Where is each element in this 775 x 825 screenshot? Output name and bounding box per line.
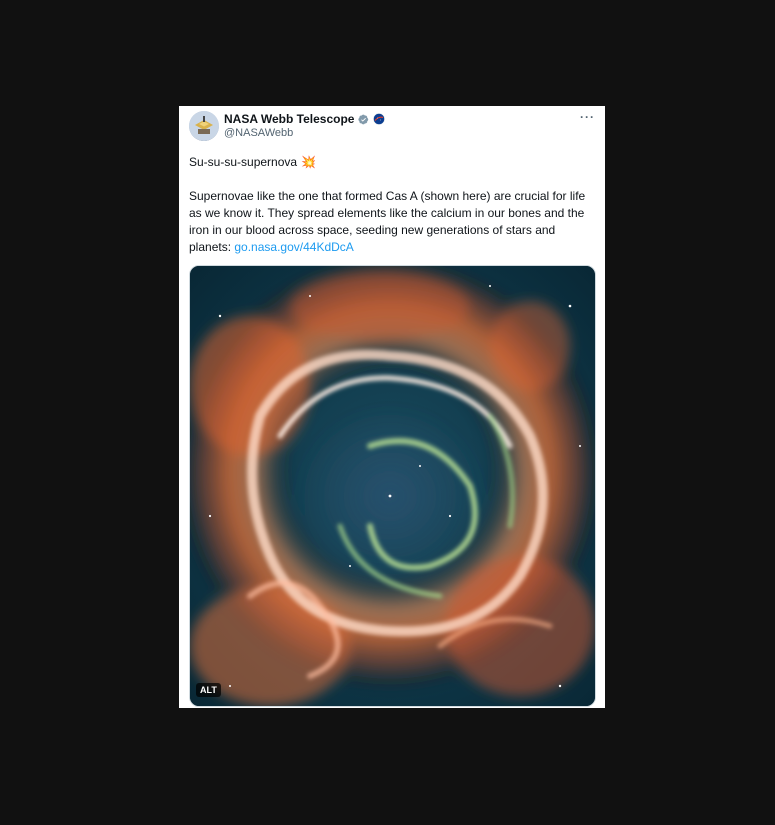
first-line-text: Su-su-su-supernova xyxy=(189,155,298,169)
tweet-first-line: Su-su-su-supernova 💥 xyxy=(189,155,316,169)
verified-badge-icon xyxy=(358,114,369,124)
tweet-card: NASA Webb Telescope @NASAWebb ··· Su-su-… xyxy=(179,106,605,708)
telescope-avatar-icon xyxy=(189,111,219,141)
tweet-body: Supernovae like the one that formed Cas … xyxy=(189,188,599,256)
tweet-media[interactable]: ALT xyxy=(189,265,596,707)
author-handle[interactable]: @NASAWebb xyxy=(224,127,293,139)
alt-text-badge[interactable]: ALT xyxy=(196,683,221,697)
more-options-icon[interactable]: ··· xyxy=(580,110,595,124)
supernova-remnant-image xyxy=(190,266,595,706)
nasa-affiliate-logo-icon xyxy=(373,113,386,125)
display-name[interactable]: NASA Webb Telescope xyxy=(224,112,354,126)
collision-emoji-icon: 💥 xyxy=(301,155,317,169)
author-name-row: NASA Webb Telescope xyxy=(224,112,386,126)
avatar[interactable] xyxy=(189,111,219,141)
tweet-link[interactable]: go.nasa.gov/44KdDcA xyxy=(234,240,353,254)
